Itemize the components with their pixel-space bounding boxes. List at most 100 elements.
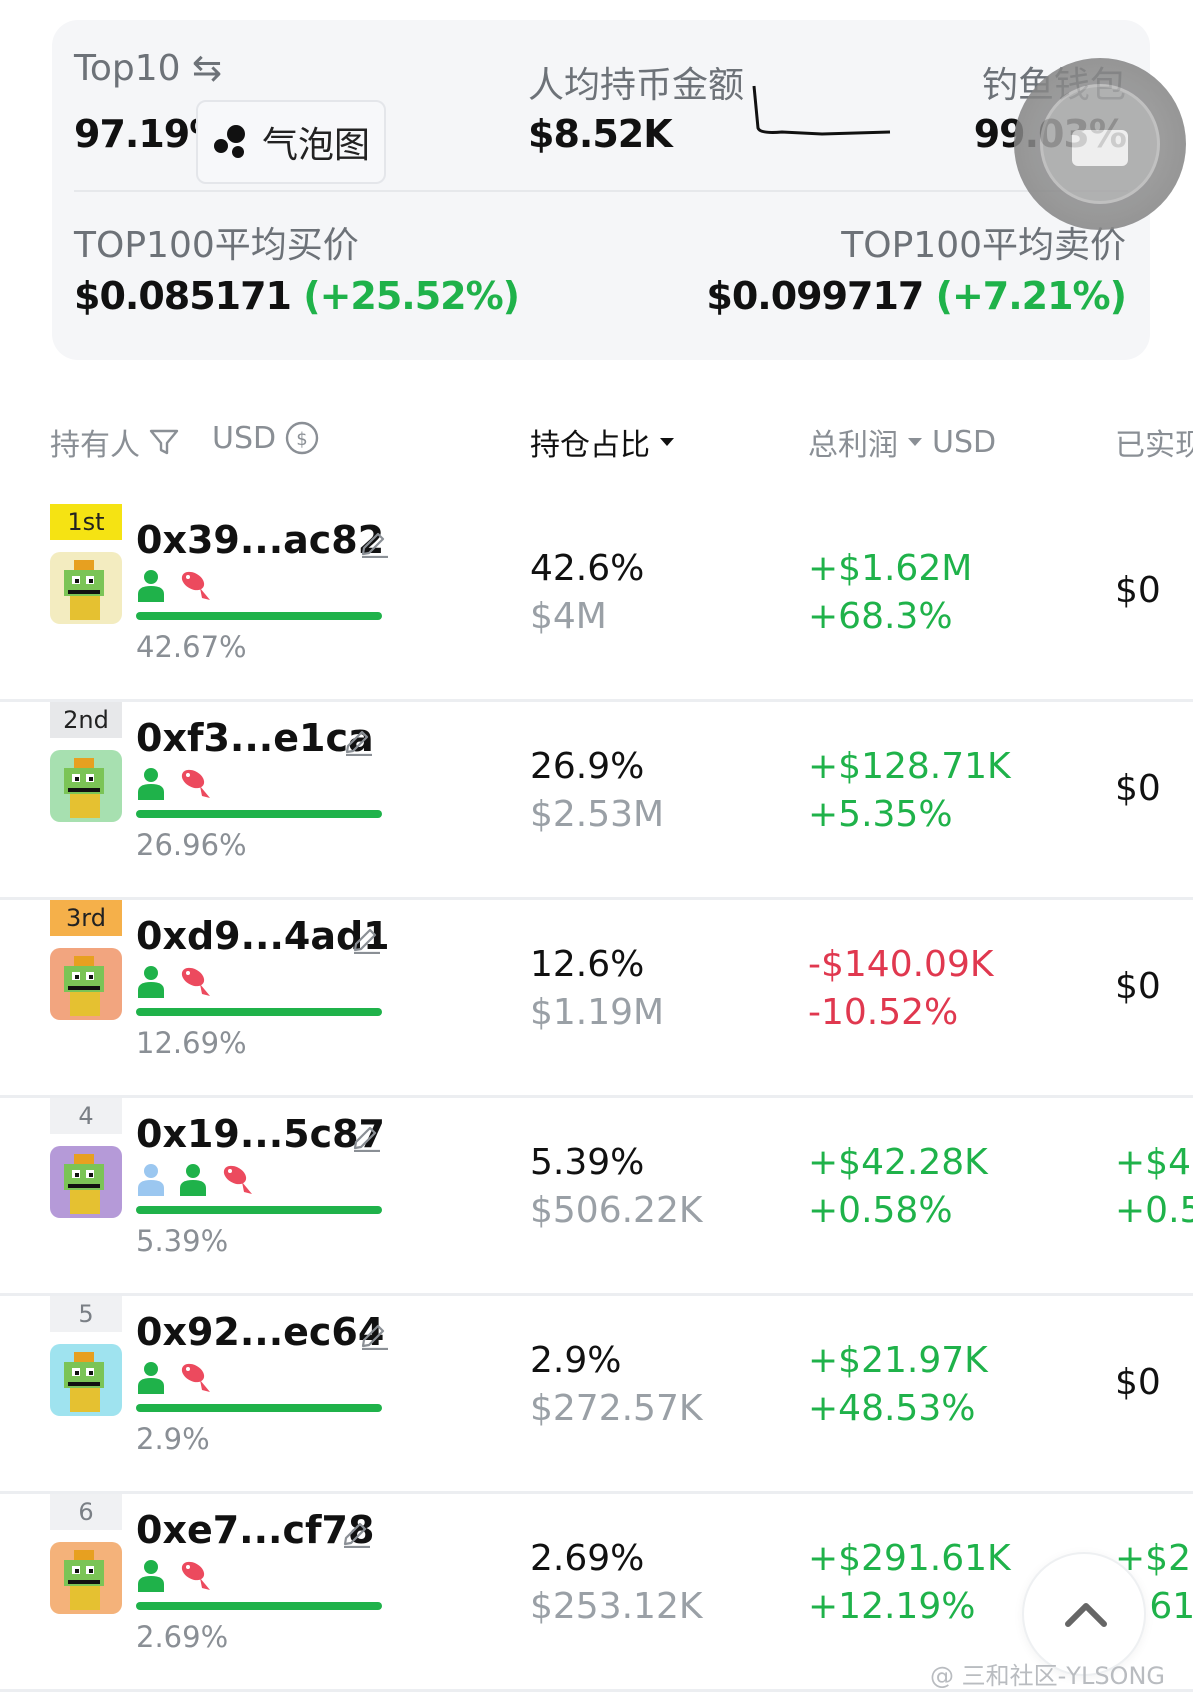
holder-row[interactable]: 4 0x19...5c87 5.39% 5.39% $506.22K +$42.… bbox=[0, 1098, 1193, 1296]
edit-icon[interactable] bbox=[358, 524, 392, 558]
wallet-tags bbox=[136, 1160, 256, 1198]
table-header: 持有人 USD $ 持仓占比 总利润 USD 已实现 bbox=[0, 420, 1193, 470]
avatar[interactable] bbox=[50, 552, 122, 624]
avg-sell-value: $0.099717 bbox=[706, 274, 924, 318]
rank-badge: 4 bbox=[50, 1098, 122, 1134]
hold-trend-sparkline bbox=[752, 85, 891, 136]
dino-avatar-icon bbox=[64, 956, 104, 1016]
wallet-tags bbox=[136, 1556, 214, 1594]
bubble-icon bbox=[213, 125, 245, 158]
wallet-address[interactable]: 0xf3...e1ca bbox=[136, 716, 374, 760]
dino-avatar-icon bbox=[64, 1154, 104, 1214]
dino-avatar-icon bbox=[64, 1352, 104, 1412]
currency-switch-icon: $ bbox=[285, 421, 319, 455]
holding-amount: $4M bbox=[530, 596, 607, 637]
holding-percent: 5.39% bbox=[136, 1224, 229, 1258]
holding-bar bbox=[136, 1602, 382, 1610]
holding-bar bbox=[136, 1008, 382, 1016]
profit-unit-label: USD bbox=[932, 424, 997, 460]
total-profit-percent: -10.52% bbox=[808, 992, 959, 1033]
wallet-tags bbox=[136, 962, 214, 1000]
floating-button-icon bbox=[1072, 130, 1128, 166]
rank-label: 5 bbox=[78, 1300, 94, 1328]
dino-avatar-icon bbox=[64, 758, 104, 818]
avatar[interactable] bbox=[50, 1146, 122, 1218]
holding-percent: 2.9% bbox=[136, 1422, 210, 1456]
realized-profit: $0 bbox=[1115, 570, 1161, 611]
total-profit-percent: +0.58% bbox=[808, 1190, 953, 1231]
edit-icon[interactable] bbox=[358, 1316, 392, 1350]
share-column-header[interactable]: 持仓占比 bbox=[530, 420, 676, 464]
fish-icon bbox=[223, 1165, 252, 1194]
holding-bar bbox=[136, 1404, 382, 1412]
edit-icon[interactable] bbox=[350, 1118, 384, 1152]
holding-percent: 42.67% bbox=[136, 630, 247, 664]
floating-assist-button[interactable] bbox=[1014, 58, 1186, 230]
edit-icon[interactable] bbox=[342, 722, 376, 756]
realized-column-header[interactable]: 已实现 bbox=[1115, 420, 1193, 464]
rank-badge: 1st bbox=[50, 504, 122, 540]
holding-percent: 12.69% bbox=[136, 1026, 247, 1060]
holding-percent: 2.69% bbox=[136, 1620, 229, 1654]
avg-hold-label: 人均持币金额 bbox=[528, 65, 745, 106]
avatar[interactable] bbox=[50, 750, 122, 822]
rank-label: 2nd bbox=[63, 706, 109, 734]
total-profit: -$140.09K bbox=[808, 944, 994, 985]
rank-label: 1st bbox=[67, 508, 105, 536]
currency-toggle[interactable]: USD $ bbox=[212, 420, 320, 456]
wallet-address[interactable]: 0xe7...cf78 bbox=[136, 1508, 374, 1552]
profit-header-label: 总利润 bbox=[808, 428, 898, 463]
dino-avatar-icon bbox=[64, 560, 104, 620]
holding-bar bbox=[136, 612, 382, 620]
wallet-address[interactable]: 0x19...5c87 bbox=[136, 1112, 385, 1156]
avg-buy-price: $0.085171 (+25.52%) bbox=[74, 274, 520, 318]
avatar[interactable] bbox=[50, 948, 122, 1020]
summary-card: Top10 ⇆ 97.19% 气泡图 人均持币金额 $8.52K 钓鱼钱包 99… bbox=[52, 20, 1150, 360]
realized-profit: $0 bbox=[1115, 1362, 1161, 1403]
total-profit: +$291.61K bbox=[808, 1538, 1011, 1579]
avg-buy-label: TOP100平均买价 bbox=[74, 225, 359, 266]
total-profit: +$21.97K bbox=[808, 1340, 988, 1381]
total-profit-percent: +5.35% bbox=[808, 794, 953, 835]
fish-icon bbox=[181, 571, 210, 600]
total-profit-percent: +12.19% bbox=[808, 1586, 976, 1627]
total-profit: +$42.28K bbox=[808, 1142, 988, 1183]
holder-row[interactable]: 3rd 0xd9...4ad1 12.69% 12.6% $1.19M -$14… bbox=[0, 900, 1193, 1098]
holding-amount: $506.22K bbox=[530, 1190, 703, 1231]
person-icon bbox=[138, 768, 164, 800]
holder-row[interactable]: 2nd 0xf3...e1ca 26.96% 26.9% $2.53M +$12… bbox=[0, 702, 1193, 900]
total-profit: +$128.71K bbox=[808, 746, 1011, 787]
person-icon bbox=[138, 1560, 164, 1592]
holder-row[interactable]: 5 0x92...ec64 2.9% 2.9% $272.57K +$21.97… bbox=[0, 1296, 1193, 1494]
share-percent: 2.9% bbox=[530, 1340, 622, 1381]
filter-icon[interactable] bbox=[148, 426, 180, 458]
holding-amount: $272.57K bbox=[530, 1388, 703, 1429]
edit-icon[interactable] bbox=[340, 1514, 374, 1548]
realized-profit: $0 bbox=[1115, 768, 1161, 809]
rank-badge: 2nd bbox=[50, 702, 122, 738]
realized-profit-percent: +0.5 bbox=[1115, 1190, 1193, 1231]
rank-label: 3rd bbox=[66, 904, 106, 932]
top10-label[interactable]: Top10 ⇆ bbox=[74, 48, 222, 89]
fish-icon bbox=[181, 769, 210, 798]
share-percent: 5.39% bbox=[530, 1142, 645, 1183]
bubble-map-button[interactable]: 气泡图 bbox=[196, 100, 386, 184]
wallet-address[interactable]: 0x92...ec64 bbox=[136, 1310, 384, 1354]
wallet-address[interactable]: 0x39...ac82 bbox=[136, 518, 384, 562]
edit-icon[interactable] bbox=[350, 920, 384, 954]
holding-amount: $253.12K bbox=[530, 1586, 703, 1627]
avatar[interactable] bbox=[50, 1542, 122, 1614]
share-header-label: 持仓占比 bbox=[530, 428, 650, 463]
holding-bar bbox=[136, 1206, 382, 1214]
fish-icon bbox=[181, 1561, 210, 1590]
svg-text:$: $ bbox=[296, 429, 307, 450]
wallet-tags bbox=[136, 764, 214, 802]
holder-column-header[interactable]: 持有人 bbox=[50, 420, 180, 464]
avg-buy-change: (+25.52%) bbox=[303, 274, 520, 318]
person-icon bbox=[138, 570, 164, 602]
profit-column-header[interactable]: 总利润 USD bbox=[808, 420, 996, 464]
total-profit-percent: +48.53% bbox=[808, 1388, 976, 1429]
avg-hold-value: $8.52K bbox=[528, 112, 673, 156]
holder-row[interactable]: 1st 0x39...ac82 42.67% 42.6% $4M +$1.62M… bbox=[0, 504, 1193, 702]
avatar[interactable] bbox=[50, 1344, 122, 1416]
